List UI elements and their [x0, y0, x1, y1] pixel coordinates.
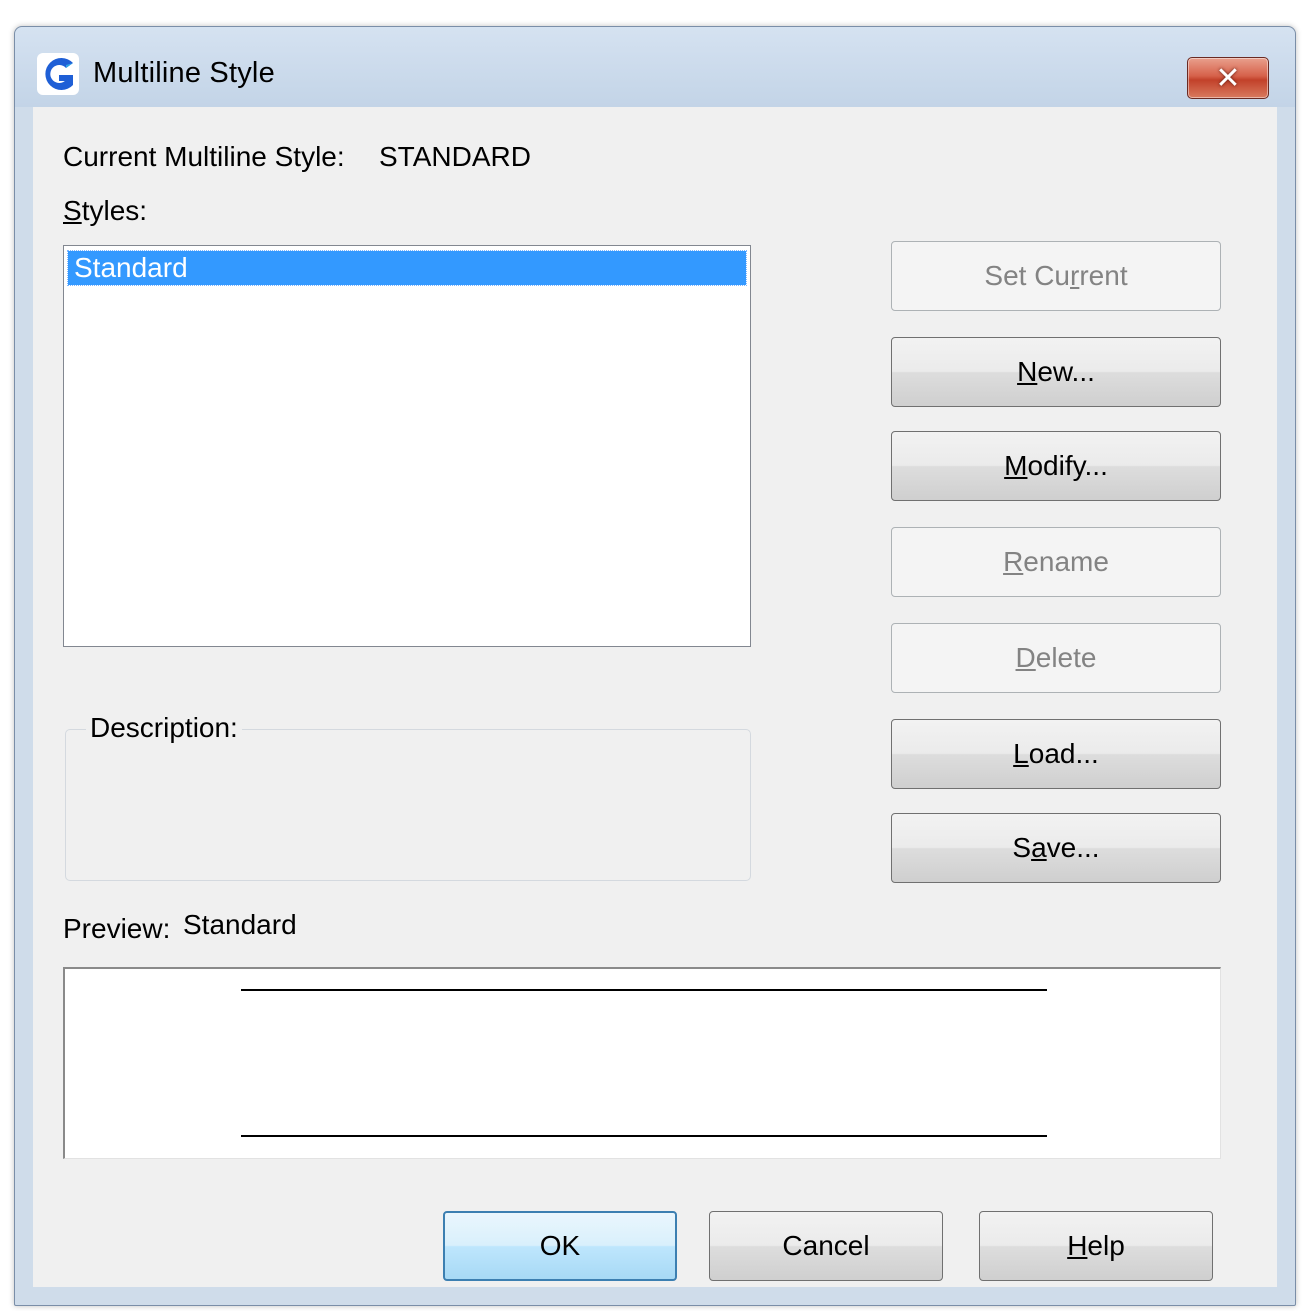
styles-label: Styles:: [63, 195, 147, 227]
new-button[interactable]: New...: [891, 337, 1221, 407]
multiline-style-dialog: Multiline Style ✕ Current Multiline Styl…: [14, 26, 1296, 1306]
new-accel: N: [1017, 356, 1038, 387]
preview-style-name: Standard: [183, 909, 297, 940]
save-text-2: ve...: [1046, 832, 1100, 863]
title-bar[interactable]: Multiline Style ✕: [15, 27, 1295, 107]
load-accel: L: [1013, 738, 1029, 769]
load-text: oad...: [1028, 738, 1099, 769]
save-accel: a: [1031, 832, 1047, 863]
new-text: ew...: [1037, 356, 1095, 387]
modify-text: odify...: [1027, 450, 1108, 481]
rename-button[interactable]: Rename: [891, 527, 1221, 597]
current-style-value: STANDARD: [379, 141, 531, 172]
help-text: elp: [1087, 1230, 1125, 1261]
delete-accel: D: [1015, 642, 1036, 673]
styles-label-rest: tyles:: [81, 195, 148, 226]
help-accel: H: [1067, 1230, 1088, 1261]
delete-text: elete: [1035, 642, 1097, 673]
preview-label: Preview:: [63, 913, 171, 944]
current-style-label: Current Multiline Style:: [63, 141, 345, 172]
delete-button[interactable]: Delete: [891, 623, 1221, 693]
set-current-button[interactable]: Set Cu r rent: [891, 241, 1221, 311]
modify-button[interactable]: Modify...: [891, 431, 1221, 501]
set-current-accel: r: [1070, 260, 1080, 291]
window-title: Multiline Style: [93, 57, 275, 89]
cancel-label: Cancel: [782, 1230, 870, 1261]
cancel-button[interactable]: Cancel: [709, 1211, 943, 1281]
rename-text: ename: [1023, 546, 1109, 577]
help-button[interactable]: Help: [979, 1211, 1213, 1281]
preview-line-top: [241, 989, 1047, 991]
set-current-text-1: Set Cu: [984, 260, 1071, 291]
description-label: Description:: [86, 712, 242, 744]
modify-accel: M: [1004, 450, 1028, 481]
list-item[interactable]: Standard: [67, 250, 747, 286]
close-button[interactable]: ✕: [1187, 57, 1269, 99]
save-text-1: S: [1012, 832, 1032, 863]
gstarcad-logo-icon: [37, 53, 79, 95]
rename-accel: R: [1003, 546, 1024, 577]
description-group: Description:: [65, 712, 751, 881]
load-button[interactable]: Load...: [891, 719, 1221, 789]
preview-line-bottom: [241, 1135, 1047, 1137]
dialog-body: Current Multiline Style: STANDARD Styles…: [33, 107, 1277, 1287]
preview-canvas: [63, 967, 1221, 1159]
styles-listbox[interactable]: Standard: [63, 245, 751, 647]
save-button[interactable]: Sa ve...: [891, 813, 1221, 883]
styles-label-accel: S: [63, 195, 82, 226]
close-icon: ✕: [1215, 61, 1241, 95]
ok-button[interactable]: OK: [443, 1211, 677, 1281]
ok-label: OK: [539, 1230, 581, 1261]
set-current-text-2: rent: [1079, 260, 1128, 291]
